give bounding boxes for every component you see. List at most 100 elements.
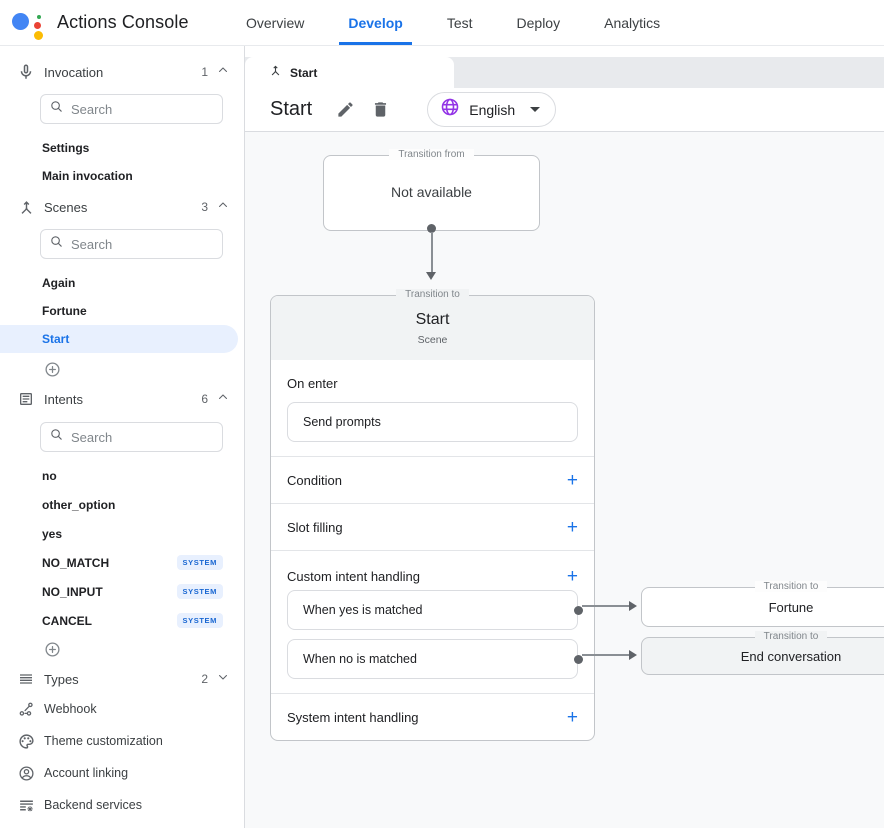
sidebar-item-fortune[interactable]: Fortune: [0, 297, 244, 325]
chevron-up-icon: [216, 198, 230, 217]
add-system-intent-button[interactable]: +: [567, 708, 578, 727]
section-intents[interactable]: Intents 6: [0, 385, 244, 413]
intents-document-icon: [16, 389, 36, 409]
sidebar-item-no-match[interactable]: NO_MATCH SYSTEM: [0, 548, 244, 577]
connector-line: [582, 654, 634, 656]
search-icon: [49, 427, 64, 447]
slot-filling-section: Slot filling +: [271, 503, 594, 550]
system-intent-section: System intent handling +: [271, 693, 594, 740]
system-badge: SYSTEM: [177, 613, 223, 628]
connector-line: [582, 605, 634, 607]
scene-merge-icon: [16, 197, 36, 217]
app-header: Actions Console Overview Develop Test De…: [0, 0, 884, 46]
sidebar-item-yes[interactable]: yes: [0, 519, 244, 548]
sidebar-link-webhook[interactable]: Webhook: [0, 693, 244, 725]
intent-handler-no[interactable]: When no is matched: [287, 639, 578, 679]
invocation-search-input[interactable]: [71, 102, 191, 117]
section-count: 3: [201, 200, 208, 214]
sidebar-item-main-invocation[interactable]: Main invocation: [0, 162, 244, 190]
add-condition-button[interactable]: +: [567, 471, 578, 490]
nav-develop[interactable]: Develop: [348, 0, 402, 45]
scene-card: Transition to Start Scene On enter Send …: [270, 295, 595, 741]
assistant-logo-icon: [12, 6, 46, 40]
tab-label: Start: [290, 66, 317, 80]
intents-search: [40, 422, 223, 452]
section-count: 6: [201, 392, 208, 406]
condition-label: Condition: [287, 473, 342, 488]
on-enter-section: On enter Send prompts: [271, 360, 594, 456]
sidebar-link-theme-customization[interactable]: Theme customization: [0, 725, 244, 757]
nav-overview[interactable]: Overview: [246, 0, 304, 45]
section-label: Types: [44, 672, 201, 687]
custom-intent-label: Custom intent handling: [287, 569, 420, 584]
intents-search-input[interactable]: [71, 430, 191, 445]
tab-start[interactable]: Start: [245, 57, 454, 88]
add-intent-button[interactable]: [44, 641, 61, 658]
backend-services-icon: [16, 795, 36, 815]
scene-canvas: Transition from Not available Transition…: [245, 132, 884, 828]
add-slot-button[interactable]: +: [567, 518, 578, 537]
slot-filling-label: Slot filling: [287, 520, 343, 535]
chevron-up-icon: [216, 63, 230, 82]
transition-from-value: Not available: [324, 184, 539, 200]
connector-arrowhead: [426, 272, 436, 280]
sidebar-item-no-input[interactable]: NO_INPUT SYSTEM: [0, 577, 244, 606]
section-count: 1: [201, 65, 208, 79]
sidebar: Invocation 1 Settings Main invocation Sc…: [0, 46, 245, 828]
transition-target-fortune[interactable]: Transition to Fortune: [641, 587, 884, 627]
connector-arrowhead: [629, 601, 637, 611]
delete-icon[interactable]: [371, 100, 390, 119]
transition-target-end-conversation[interactable]: Transition to End conversation: [641, 637, 884, 675]
on-enter-label: On enter: [287, 376, 578, 391]
transition-target-label: Fortune: [769, 600, 814, 615]
add-custom-intent-button[interactable]: +: [567, 567, 578, 586]
chevron-down-icon: [216, 670, 230, 689]
language-value: English: [469, 102, 515, 118]
sidebar-item-start[interactable]: Start: [0, 325, 238, 353]
send-prompts-item[interactable]: Send prompts: [287, 402, 578, 442]
custom-intent-section: Custom intent handling + When yes is mat…: [271, 550, 594, 693]
edit-icon[interactable]: [336, 100, 355, 119]
scene-card-header: Start Scene: [271, 296, 594, 360]
nav-analytics[interactable]: Analytics: [604, 0, 660, 45]
section-label: Invocation: [44, 65, 201, 80]
invocation-search: [40, 94, 223, 124]
app-title: Actions Console: [57, 12, 189, 33]
section-invocation[interactable]: Invocation 1: [0, 58, 244, 86]
transition-target-label: End conversation: [741, 649, 841, 664]
nav-test[interactable]: Test: [447, 0, 473, 45]
sidebar-item-settings[interactable]: Settings: [0, 134, 244, 162]
section-types[interactable]: Types 2: [0, 665, 244, 693]
sidebar-link-backend-services[interactable]: Backend services: [0, 789, 244, 821]
nav-deploy[interactable]: Deploy: [517, 0, 561, 45]
section-scenes[interactable]: Scenes 3: [0, 193, 244, 221]
language-selector[interactable]: English: [427, 92, 556, 127]
condition-section: Condition +: [271, 456, 594, 503]
scene-card-subtitle: Scene: [271, 334, 594, 346]
sidebar-link-account-linking[interactable]: Account linking: [0, 757, 244, 789]
scenes-search-input[interactable]: [71, 237, 191, 252]
connector-line: [431, 232, 433, 272]
sidebar-item-no[interactable]: no: [0, 461, 244, 490]
sidebar-item-again[interactable]: Again: [0, 269, 244, 297]
section-count: 2: [201, 672, 208, 686]
search-icon: [49, 99, 64, 119]
globe-icon: [440, 97, 460, 122]
add-scene-button[interactable]: [44, 361, 61, 378]
microphone-icon: [16, 62, 36, 82]
top-nav: Overview Develop Test Deploy Analytics: [246, 0, 660, 45]
transition-to-legend: Transition to: [755, 581, 828, 592]
transition-from-legend: Transition from: [389, 149, 473, 160]
section-label: Intents: [44, 392, 201, 407]
sidebar-item-other-option[interactable]: other_option: [0, 490, 244, 519]
scenes-search: [40, 229, 223, 259]
transition-to-legend: Transition to: [755, 631, 828, 642]
sidebar-item-cancel[interactable]: CANCEL SYSTEM: [0, 606, 244, 635]
intent-handler-yes[interactable]: When yes is matched: [287, 590, 578, 630]
system-badge: SYSTEM: [177, 584, 223, 599]
connector-arrowhead: [629, 650, 637, 660]
system-badge: SYSTEM: [177, 555, 223, 570]
types-list-icon: [16, 669, 36, 689]
scene-card-title: Start: [271, 296, 594, 329]
section-label: Scenes: [44, 200, 201, 215]
